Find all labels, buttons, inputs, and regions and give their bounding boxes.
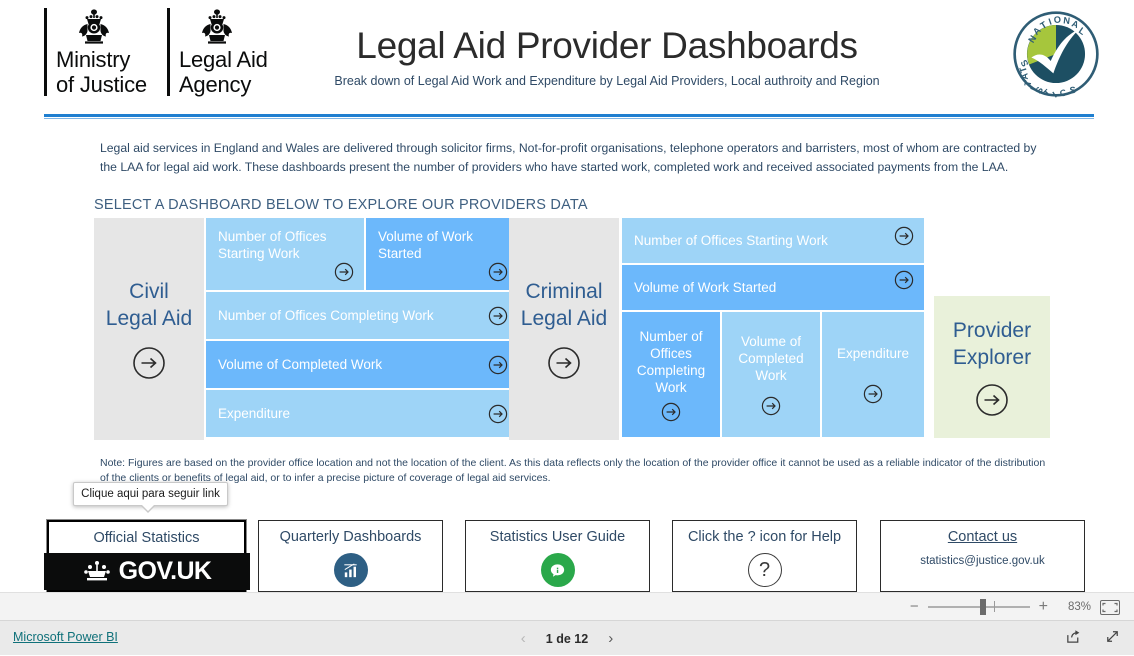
zoom-bar: − + 83% xyxy=(0,592,1134,620)
govuk-crown-icon xyxy=(83,560,110,580)
info-bubble-icon xyxy=(540,553,575,587)
previous-page-button[interactable]: ‹ xyxy=(521,630,526,647)
page-subtitle: Break down of Legal Aid Work and Expendi… xyxy=(334,74,880,88)
powerbi-nav-bar: Microsoft Power BI ‹ 1 de 12 › xyxy=(0,620,1134,655)
criminal-tile-volume-completed-work[interactable]: Volume of Completed Work xyxy=(722,312,820,437)
royal-crest-icon xyxy=(79,9,109,44)
civil-tile-expenditure[interactable]: Expenditure xyxy=(206,390,518,437)
question-mark-icon: ? xyxy=(747,553,782,587)
link-tooltip: Clique aqui para seguir link xyxy=(73,482,228,513)
arrow-right-circle-icon[interactable] xyxy=(975,383,1009,417)
fullscreen-icon[interactable] xyxy=(1104,628,1121,650)
svg-text:A: A xyxy=(1019,72,1029,80)
civil-tile-expenditure-label: Expenditure xyxy=(218,406,291,421)
zoom-slider-thumb[interactable] xyxy=(979,599,986,615)
criminal-tile-expenditure[interactable]: Expenditure xyxy=(822,312,924,437)
criminal-tile-volume-work-started[interactable]: Volume of Work Started xyxy=(622,265,924,310)
logo-divider-bar-1 xyxy=(44,8,47,96)
arrow-right-circle-icon[interactable] xyxy=(488,306,508,326)
arrow-right-circle-icon[interactable] xyxy=(661,402,681,422)
govuk-text: GOV.UK xyxy=(118,557,212,585)
arrow-right-circle-icon[interactable] xyxy=(894,226,914,246)
criminal-tile-offices-completing-work[interactable]: Number of Offices Completing Work xyxy=(622,312,720,437)
arrow-right-circle-icon[interactable] xyxy=(488,355,508,375)
zoom-percent-label: 83% xyxy=(1067,601,1091,613)
criminal-tile-offices-starting-work-label: Number of Offices Starting Work xyxy=(634,233,828,248)
civil-tile-volume-completed-work-label: Volume of Completed Work xyxy=(218,357,383,372)
select-dashboard-heading: SELECT A DASHBOARD BELOW TO EXPLORE OUR … xyxy=(94,197,588,213)
arrow-right-circle-icon[interactable] xyxy=(863,384,883,404)
provider-explorer-tile[interactable]: Provider Explorer xyxy=(934,296,1050,438)
report-canvas: Ministry of Justice Legal Aid Agency Leg… xyxy=(0,0,1134,592)
civil-tile-offices-starting-work[interactable]: Number of Offices Starting Work xyxy=(206,218,364,290)
page-indicator: 1 de 12 xyxy=(545,631,589,646)
civil-tile-volume-work-started[interactable]: Volume of Work Started xyxy=(366,218,518,290)
footnote-text: Note: Figures are based on the provider … xyxy=(100,457,1046,484)
help-label: Click the ? icon for Help xyxy=(687,529,842,545)
report-header: Ministry of Justice Legal Aid Agency Leg… xyxy=(0,0,1134,119)
govuk-badge: GOV.UK xyxy=(43,553,250,590)
zoom-out-button[interactable]: − xyxy=(910,599,919,614)
criminal-tile-volume-work-started-label: Volume of Work Started xyxy=(634,280,777,295)
moj-laa-logo: Ministry of Justice Legal Aid Agency xyxy=(44,8,344,108)
header-divider xyxy=(44,114,1094,117)
dashboard-tile-grid: Civil Legal Aid Number of Offices Starti… xyxy=(94,218,1050,440)
arrow-right-circle-icon[interactable] xyxy=(488,404,508,424)
civil-tile-volume-completed-work[interactable]: Volume of Completed Work xyxy=(206,341,518,388)
arrow-right-circle-icon[interactable] xyxy=(761,396,781,416)
logo-divider-bar-2 xyxy=(166,8,170,96)
laa-logo-text: Legal Aid Agency xyxy=(178,47,268,97)
moj-logo-text: Ministry of Justice xyxy=(56,47,147,97)
page-title: Legal Aid Provider Dashboards xyxy=(356,25,858,66)
quarterly-dashboards-button[interactable]: Quarterly Dashboards xyxy=(258,520,443,592)
provider-explorer-label: Provider Explorer xyxy=(952,319,1032,369)
next-page-button[interactable]: › xyxy=(608,630,613,647)
zoom-in-button[interactable]: + xyxy=(1039,598,1048,616)
zoom-slider-tick xyxy=(993,601,995,612)
fit-to-page-icon[interactable] xyxy=(1100,599,1120,615)
contact-us-label: Contact us xyxy=(947,529,1018,545)
criminal-tile-offices-starting-work[interactable]: Number of Offices Starting Work xyxy=(622,218,924,263)
bar-chart-icon xyxy=(333,553,368,587)
arrow-right-circle-icon[interactable] xyxy=(132,346,166,380)
footer-button-row: Official Statistics GOV.UK Quarterly Das… xyxy=(43,520,1095,596)
criminal-tile-offices-completing-work-label: Number of Offices Completing Work xyxy=(636,328,706,395)
official-statistics-label: Official Statistics xyxy=(93,530,200,546)
civil-tile-offices-starting-work-label: Number of Offices Starting Work xyxy=(218,229,327,261)
criminal-tile-expenditure-label: Expenditure xyxy=(836,346,910,361)
royal-crest-icon-2 xyxy=(201,9,232,44)
arrow-right-circle-icon[interactable] xyxy=(488,262,508,282)
civil-legal-aid-group[interactable]: Civil Legal Aid xyxy=(94,218,204,440)
arrow-right-circle-icon[interactable] xyxy=(547,346,581,380)
civil-tile-offices-completing-work[interactable]: Number of Offices Completing Work xyxy=(206,292,518,339)
title-block: Legal Aid Provider Dashboards Break down… xyxy=(300,22,914,90)
page-navigation: ‹ 1 de 12 › xyxy=(0,621,1134,656)
statistics-user-guide-button[interactable]: Statistics User Guide xyxy=(465,520,650,592)
contact-us-button[interactable]: Contact us statistics@justice.gov.uk xyxy=(880,520,1085,592)
arrow-right-circle-icon[interactable] xyxy=(334,262,354,282)
criminal-legal-aid-group[interactable]: Criminal Legal Aid xyxy=(509,218,619,440)
criminal-tile-volume-completed-work-label: Volume of Completed Work xyxy=(738,334,804,383)
share-icon[interactable] xyxy=(1065,628,1082,650)
civil-tile-offices-completing-work-label: Number of Offices Completing Work xyxy=(218,308,434,323)
statistics-user-guide-label: Statistics User Guide xyxy=(489,529,626,545)
criminal-legal-aid-label: Criminal Legal Aid xyxy=(520,280,608,330)
help-button[interactable]: Click the ? icon for Help ? xyxy=(672,520,857,592)
header-divider-thin xyxy=(44,118,1094,119)
national-statistics-logo: N A T I O N A L S T A T I S T I C S xyxy=(1013,11,1099,98)
quarterly-dashboards-label: Quarterly Dashboards xyxy=(279,529,422,545)
civil-legal-aid-label: Civil Legal Aid xyxy=(105,280,193,330)
intro-paragraph: Legal aid services in England and Wales … xyxy=(100,141,1037,174)
arrow-right-circle-icon[interactable] xyxy=(894,270,914,290)
contact-email: statistics@justice.gov.uk xyxy=(920,555,1045,567)
civil-tile-volume-work-started-label: Volume of Work Started xyxy=(378,229,474,261)
svg-text:O: O xyxy=(1053,14,1062,25)
zoom-slider[interactable] xyxy=(927,599,1030,615)
official-statistics-button[interactable]: Official Statistics GOV.UK xyxy=(43,520,250,592)
